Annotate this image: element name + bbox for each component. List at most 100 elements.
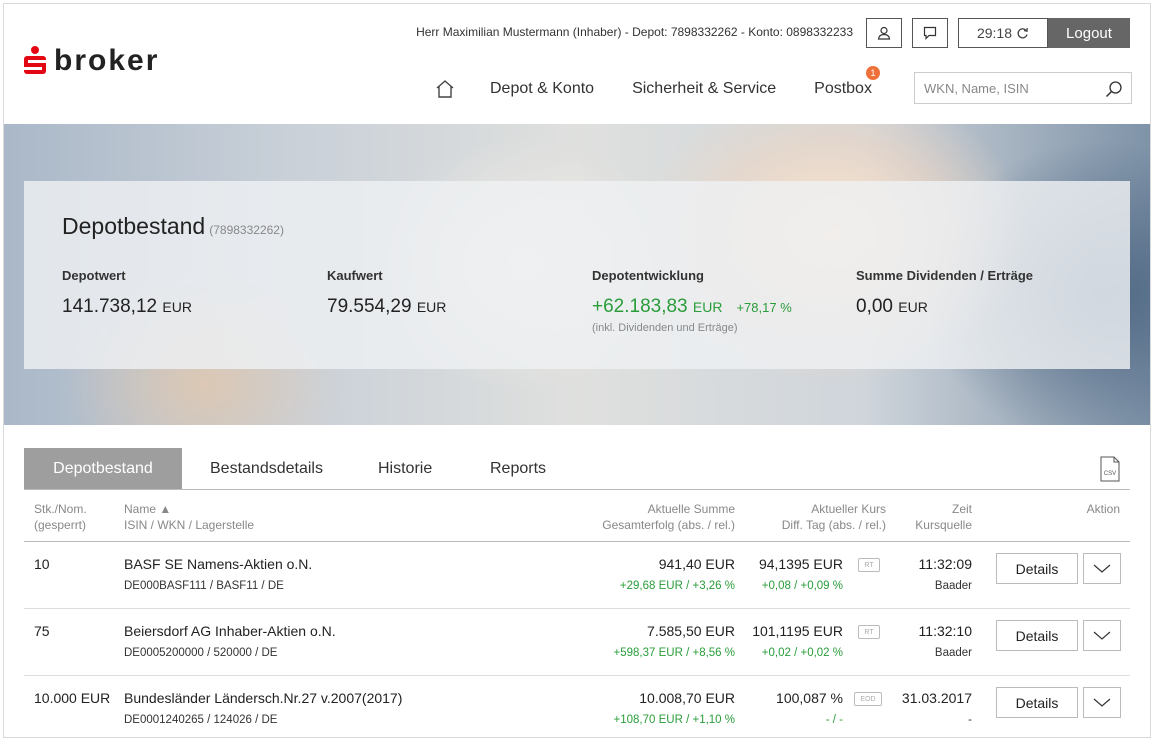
col-name-sub: ISIN / WKN / Lagerstelle <box>124 518 255 532</box>
stat-kaufwert: Kaufwert 79.554,29 EUR <box>327 268 446 318</box>
row-name[interactable]: Beiersdorf AG Inhaber-Aktien o.N. <box>124 623 336 639</box>
tab-bar: Depotbestand Bestandsdetails Historie Re… <box>24 448 1130 490</box>
profile-button[interactable] <box>866 18 902 48</box>
messages-button[interactable] <box>912 18 948 48</box>
row-menu-button[interactable] <box>1083 553 1121 584</box>
search-icon[interactable] <box>1105 80 1123 98</box>
table-row: 10.000 EUR Bundesländer Ländersch.Nr.27 … <box>24 676 1130 737</box>
row-name[interactable]: BASF SE Namens-Aktien o.N. <box>124 556 312 572</box>
chat-icon <box>923 26 937 40</box>
row-kurs: 101,1195 EUR <box>752 623 843 639</box>
timer-value: 29:18 <box>976 25 1013 41</box>
stat-depotwert: Depotwert 141.738,12 EUR <box>62 268 192 318</box>
row-name[interactable]: Bundesländer Ländersch.Nr.27 v.2007(2017… <box>124 690 402 706</box>
user-info: Herr Maximilian Mustermann (Inhaber) - D… <box>416 25 853 39</box>
details-button[interactable]: Details <box>996 687 1078 718</box>
rt-badge: RT <box>858 625 880 639</box>
nav-postbox[interactable]: Postbox 1 <box>814 66 880 98</box>
user-icon <box>877 26 891 40</box>
col-zeit-sub: Kursquelle <box>915 518 972 532</box>
row-zeit: 11:32:10 <box>918 623 972 639</box>
search-box[interactable] <box>914 72 1132 104</box>
logout-button[interactable]: Logout <box>1048 18 1130 48</box>
row-stk: 10.000 EUR <box>34 690 111 706</box>
col-kurs[interactable]: Aktueller Kurs Diff. Tag (abs. / rel.) <box>782 501 886 533</box>
row-menu-button[interactable] <box>1083 620 1121 651</box>
row-diff: - / - <box>825 714 843 726</box>
header: broker Herr Maximilian Mustermann (Inhab… <box>4 4 1150 124</box>
row-erfolg: +598,37 EUR / +8,56 % <box>613 647 735 659</box>
chevron-down-icon <box>1093 631 1111 640</box>
row-kurs: 94,1395 EUR <box>758 556 843 572</box>
depotwert-value: 141.738,12 <box>62 296 158 317</box>
details-button[interactable]: Details <box>996 553 1078 584</box>
eod-badge: EOD <box>854 692 882 706</box>
depotwert-label: Depotwert <box>62 268 126 283</box>
kaufwert-label: Kaufwert <box>327 268 383 283</box>
summary-title-text: Depotbestand <box>62 213 206 239</box>
col-summe-sub: Gesamterfolg (abs. / rel.) <box>602 518 735 532</box>
session-timer[interactable]: 29:18 <box>958 18 1048 48</box>
col-aktion: Aktion <box>1086 502 1120 516</box>
main-nav: Depot & Konto Sicherheit & Service Postb… <box>434 66 910 100</box>
row-menu-button[interactable] <box>1083 687 1121 718</box>
entwicklung-value: +62.183,83 <box>592 296 688 317</box>
col-stk-label: Stk./Nom. <box>34 502 87 516</box>
tab-historie[interactable]: Historie <box>378 448 432 489</box>
hero-banner: Depotbestand (7898332262) Depotwert 141.7… <box>4 124 1150 425</box>
tab-bestandsdetails[interactable]: Bestandsdetails <box>210 448 323 489</box>
col-kurs-sub: Diff. Tag (abs. / rel.) <box>781 518 886 532</box>
row-stk: 10 <box>34 556 50 572</box>
row-quelle: - <box>968 714 972 726</box>
tab-depotbestand[interactable]: Depotbestand <box>24 448 182 489</box>
depotwert-currency: EUR <box>162 299 192 315</box>
col-summe-label: Aktuelle Summe <box>647 502 735 516</box>
row-isin: DE000BASF111 / BASF11 / DE <box>124 580 284 592</box>
entwicklung-percent: +78,17 % <box>736 300 792 315</box>
chevron-down-icon <box>1093 698 1111 707</box>
dividenden-value: 0,00 <box>856 296 893 317</box>
row-isin: DE0001240265 / 124026 / DE <box>124 714 278 726</box>
dividenden-currency: EUR <box>898 299 928 315</box>
table-header: Stk./Nom. (gesperrt) Name ▲ ISIN / WKN /… <box>24 498 1130 542</box>
col-name-label: Name ▲ <box>124 502 172 516</box>
tab-reports[interactable]: Reports <box>490 448 546 489</box>
col-zeit-label: Zeit <box>951 502 972 516</box>
stat-depotentwicklung: Depotentwicklung +62.183,83 EUR +78,17 % … <box>592 268 792 334</box>
refresh-icon <box>1017 27 1028 38</box>
logo-text: broker <box>54 44 160 77</box>
app-frame: broker Herr Maximilian Mustermann (Inhab… <box>3 3 1151 738</box>
entwicklung-label: Depotentwicklung <box>592 268 704 283</box>
home-icon[interactable] <box>434 78 456 100</box>
details-button[interactable]: Details <box>996 620 1078 651</box>
col-kurs-label: Aktueller Kurs <box>811 502 886 516</box>
table-row: 10 BASF SE Namens-Aktien o.N. DE000BASF1… <box>24 542 1130 609</box>
depot-number: (7898332262) <box>209 223 284 237</box>
row-kurs: 100,087 % <box>776 690 843 706</box>
col-stk[interactable]: Stk./Nom. (gesperrt) <box>34 501 87 533</box>
depot-summary-card: Depotbestand (7898332262) Depotwert 141.7… <box>24 181 1130 369</box>
row-zeit: 11:32:09 <box>918 556 972 572</box>
row-erfolg: +108,70 EUR / +1,10 % <box>613 714 735 726</box>
stat-dividenden: Summe Dividenden / Erträge 0,00 EUR <box>856 268 1033 318</box>
postbox-badge: 1 <box>865 66 880 80</box>
col-zeit[interactable]: Zeit Kursquelle <box>915 501 972 533</box>
summary-title: Depotbestand (7898332262) <box>62 213 284 240</box>
nav-postbox-label: Postbox <box>814 80 872 97</box>
col-stk-sub: (gesperrt) <box>34 518 87 532</box>
row-quelle: Baader <box>934 647 972 659</box>
nav-depot-konto[interactable]: Depot & Konto <box>490 80 594 98</box>
col-summe[interactable]: Aktuelle Summe Gesamterfolg (abs. / rel.… <box>602 501 735 533</box>
csv-export-icon[interactable]: CSV <box>1100 456 1120 482</box>
kaufwert-value: 79.554,29 <box>327 296 412 317</box>
col-name[interactable]: Name ▲ ISIN / WKN / Lagerstelle <box>124 501 254 533</box>
entwicklung-currency: EUR <box>692 299 723 315</box>
row-quelle: Baader <box>934 580 972 592</box>
search-input[interactable] <box>915 80 1095 96</box>
dividenden-label: Summe Dividenden / Erträge <box>856 268 1033 283</box>
row-summe: 7.585,50 EUR <box>647 623 735 639</box>
row-summe: 10.008,70 EUR <box>639 690 735 706</box>
row-stk: 75 <box>34 623 50 639</box>
nav-sicherheit-service[interactable]: Sicherheit & Service <box>632 80 776 98</box>
logo[interactable]: broker <box>24 44 159 78</box>
